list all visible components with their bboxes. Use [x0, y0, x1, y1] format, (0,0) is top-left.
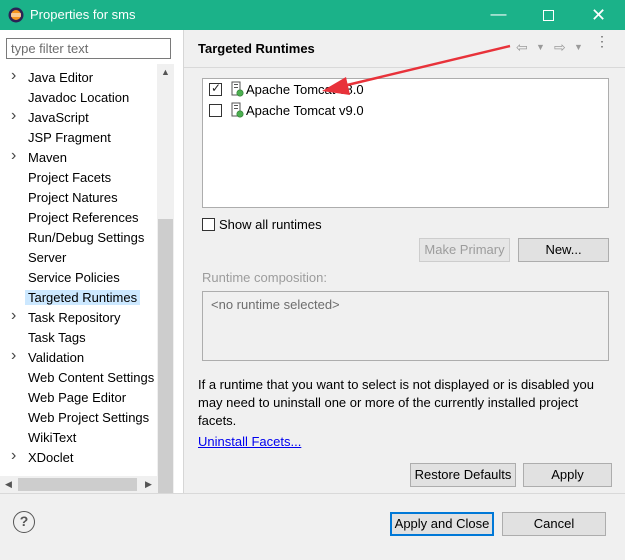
chevron-down-icon[interactable]: ▼ — [574, 42, 583, 52]
sidebar-item-label: Task Repository — [28, 310, 121, 325]
cancel-button[interactable]: Cancel — [502, 512, 606, 536]
footer-divider — [0, 493, 625, 494]
main-panel: Targeted Runtimes ⇦ ▼ ⇨ ▼ ⋮ ✓ Apache Tom… — [184, 30, 625, 493]
chevron-right-icon[interactable]: › — [11, 67, 23, 85]
sidebar-item-label: Server — [28, 250, 67, 265]
info-text: If a runtime that you want to select is … — [198, 377, 594, 428]
sidebar-item[interactable]: Run/Debug Settings — [0, 228, 157, 248]
title-bar: Properties for sms — ✕ — [0, 0, 625, 30]
page-title: Targeted Runtimes — [198, 41, 315, 56]
sidebar-item[interactable]: › Maven — [0, 147, 157, 168]
chevron-right-icon[interactable]: › — [11, 347, 23, 365]
apply-and-close-button[interactable]: Apply and Close — [390, 512, 494, 536]
list-item[interactable]: Apache Tomcat v9.0 — [209, 101, 599, 121]
header-divider — [184, 67, 625, 68]
sidebar-item-label: Web Page Editor — [28, 390, 127, 405]
sidebar-item[interactable]: Web Content Settings — [0, 368, 157, 388]
sidebar-item[interactable]: Web Project Settings — [0, 408, 157, 428]
make-primary-button[interactable]: Make Primary — [419, 238, 510, 262]
minimize-button[interactable]: — — [476, 0, 521, 30]
sidebar-item[interactable]: Server — [0, 248, 157, 268]
chevron-down-icon[interactable]: ▼ — [536, 42, 545, 52]
sidebar-item[interactable]: › Task Repository — [0, 307, 157, 328]
close-button[interactable]: ✕ — [576, 0, 621, 30]
list-item[interactable]: ✓ Apache Tomcat v8.0 — [209, 80, 599, 100]
minimize-icon: — — [490, 6, 507, 23]
sidebar: › Java Editor Javadoc Location › JavaScript J… — [0, 30, 184, 496]
sidebar-item[interactable]: Javadoc Location — [0, 88, 157, 108]
runtimes-list: ✓ Apache Tomcat v8.0 Apache Tomcat v9.0 — [202, 78, 609, 208]
sidebar-item-label: Project Facets — [28, 170, 112, 185]
sidebar-item-label: WikiText — [28, 430, 77, 445]
runtime-label: Apache Tomcat v9.0 — [246, 103, 364, 118]
sidebar-item-label: Task Tags — [28, 330, 86, 345]
sidebar-item[interactable]: Task Tags — [0, 328, 157, 348]
sidebar-item-label: Javadoc Location — [28, 90, 130, 105]
chevron-right-icon[interactable]: › — [11, 307, 23, 325]
eclipse-icon — [8, 7, 24, 23]
show-all-runtimes[interactable]: Show all runtimes — [202, 216, 402, 236]
help-icon[interactable]: ? — [13, 511, 35, 533]
runtime-checkbox[interactable]: ✓ — [209, 81, 222, 96]
chevron-right-icon[interactable]: › — [11, 147, 23, 165]
runtime-checkbox[interactable] — [209, 104, 222, 117]
scroll-left-icon[interactable]: ◀ — [0, 476, 17, 493]
sidebar-item-label: Service Policies — [28, 270, 120, 285]
forward-arrow-icon[interactable]: ⇨ — [554, 39, 566, 56]
sidebar-item[interactable]: JSP Fragment — [0, 128, 157, 148]
sidebar-item-label: JSP Fragment — [28, 130, 111, 145]
maximize-icon — [543, 9, 554, 21]
composition-box: <no runtime selected> — [202, 291, 609, 361]
new-runtime-button[interactable]: New... — [518, 238, 609, 262]
maximize-button[interactable] — [526, 0, 571, 30]
show-all-checkbox[interactable] — [202, 218, 215, 231]
sidebar-item-label: Web Project Settings — [28, 410, 150, 425]
history-nav: ⇦ ▼ ⇨ ▼ ⋮ — [514, 34, 614, 57]
sidebar-item[interactable]: Project Facets — [0, 168, 157, 188]
sidebar-item-label: Java Editor — [28, 70, 94, 85]
sidebar-horizontal-scrollbar[interactable]: ◀ ▶ — [0, 476, 157, 493]
chevron-right-icon[interactable]: › — [11, 107, 23, 125]
scroll-up-icon[interactable]: ▲ — [157, 64, 174, 81]
check-icon: ✓ — [211, 81, 222, 95]
sidebar-item[interactable]: WikiText — [0, 428, 157, 448]
sidebar-item-label: Run/Debug Settings — [28, 230, 145, 245]
sidebar-item-label: JavaScript — [28, 110, 89, 125]
show-all-label: Show all runtimes — [219, 217, 322, 232]
sidebar-item-label: Maven — [28, 150, 68, 165]
tomcat-runtime-icon — [231, 102, 244, 118]
view-menu-icon[interactable]: ⋮ — [595, 34, 609, 48]
sidebar-item-label: Project Natures — [28, 190, 118, 205]
hscroll-thumb[interactable] — [18, 478, 137, 491]
chevron-right-icon[interactable]: › — [11, 447, 23, 465]
sidebar-item-label: Project References — [28, 210, 139, 225]
sidebar-item[interactable]: Targeted Runtimes — [0, 288, 157, 308]
sidebar-vertical-scrollbar[interactable]: ▲ — [157, 64, 174, 496]
back-arrow-icon[interactable]: ⇦ — [516, 39, 528, 56]
restore-defaults-button[interactable]: Restore Defaults — [410, 463, 516, 487]
sidebar-item[interactable]: Project References — [0, 208, 157, 228]
sidebar-item-label: Validation — [28, 350, 85, 365]
sidebar-item[interactable]: Service Policies — [0, 268, 157, 288]
sidebar-item-label: XDoclet — [28, 450, 74, 465]
tomcat-runtime-icon — [231, 81, 244, 97]
sidebar-item[interactable]: › Validation — [0, 347, 157, 368]
scroll-right-icon[interactable]: ▶ — [140, 476, 157, 493]
runtime-label: Apache Tomcat v8.0 — [246, 82, 364, 97]
filter-input[interactable] — [6, 38, 171, 59]
close-icon: ✕ — [590, 4, 607, 25]
sidebar-item-label: Web Content Settings — [28, 370, 155, 385]
composition-placeholder: <no runtime selected> — [211, 297, 340, 312]
apply-button[interactable]: Apply — [523, 463, 612, 487]
sidebar-item[interactable]: Project Natures — [0, 188, 157, 208]
sidebar-item[interactable]: › XDoclet — [0, 447, 157, 468]
sidebar-item-label: Targeted Runtimes — [25, 290, 141, 305]
scroll-thumb[interactable] — [158, 219, 173, 493]
composition-label: Runtime composition: — [202, 270, 327, 285]
sidebar-item[interactable]: › Java Editor — [0, 67, 157, 88]
uninstall-facets-link[interactable]: Uninstall Facets... — [198, 434, 301, 449]
window-title: Properties for sms — [30, 7, 136, 22]
sidebar-item[interactable]: › JavaScript — [0, 107, 157, 128]
sidebar-item[interactable]: Web Page Editor — [0, 388, 157, 408]
